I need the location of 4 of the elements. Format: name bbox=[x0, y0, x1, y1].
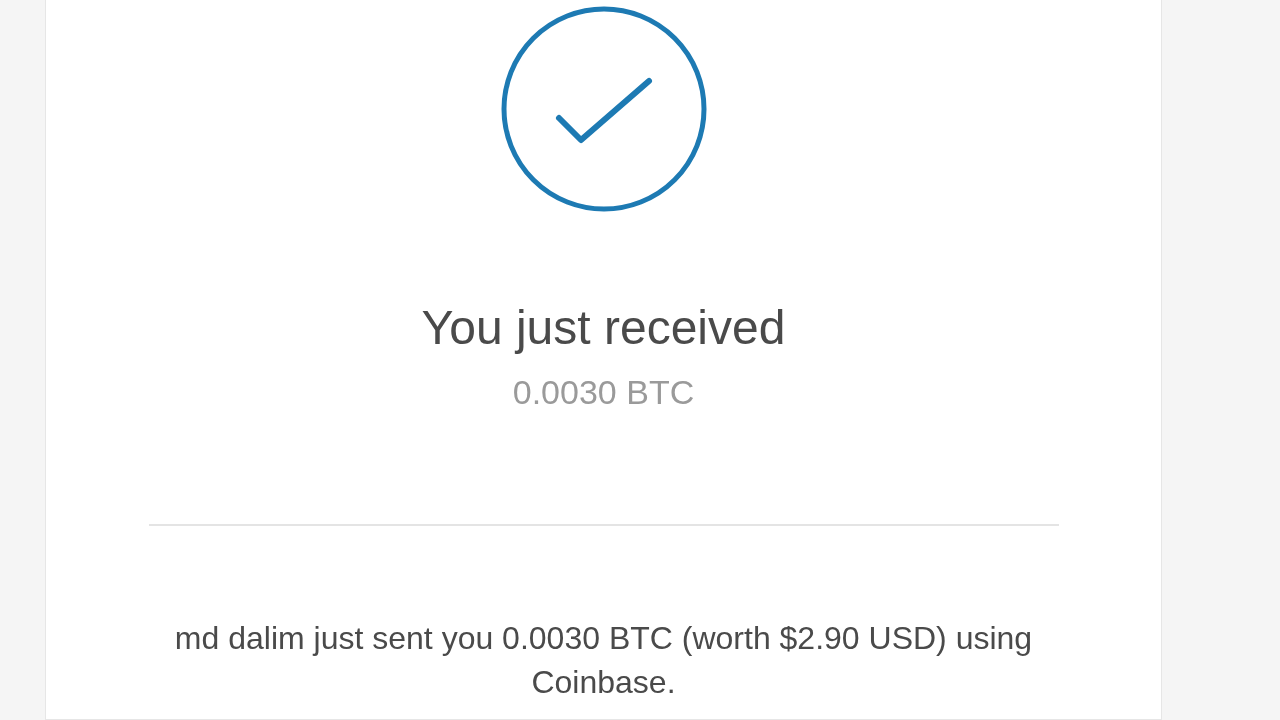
received-amount: 0.0030 BTC bbox=[512, 373, 695, 412]
notification-message: md dalim just sent you 0.0030 BTC (worth $2.90 USD) using Coinbase. bbox=[173, 619, 1034, 702]
checkmark-icon bbox=[500, 6, 707, 212]
received-title: You just received bbox=[421, 300, 786, 355]
